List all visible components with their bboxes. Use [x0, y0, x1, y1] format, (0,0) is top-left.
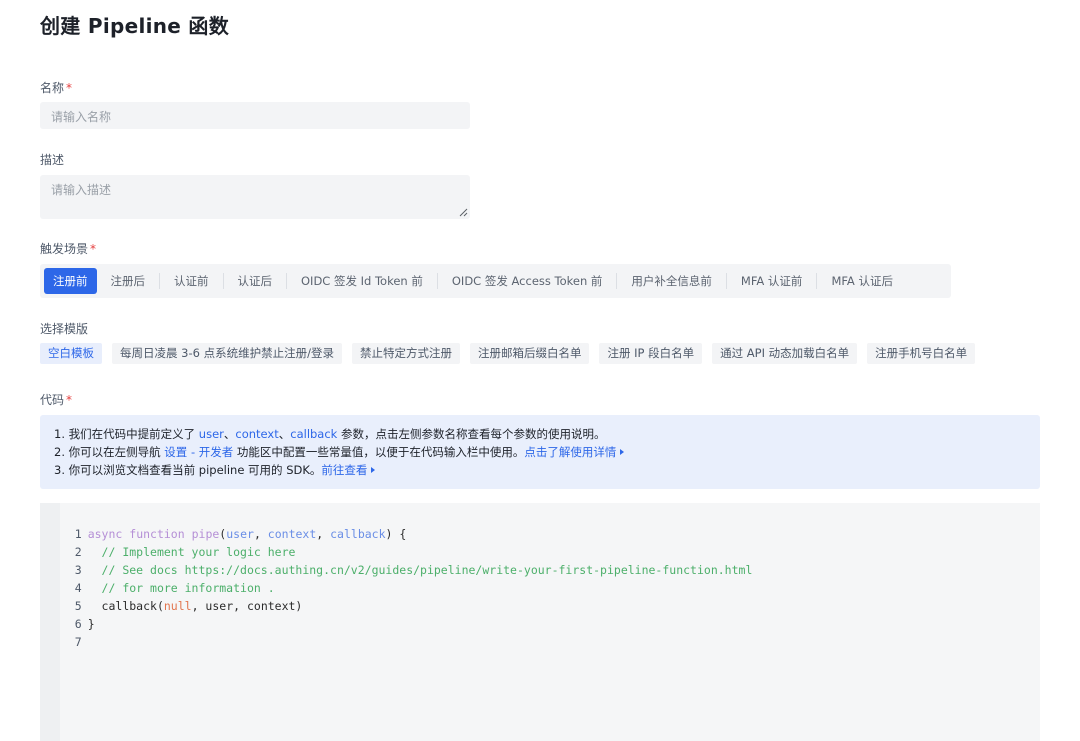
code-line: 2 // Implement your logic here [40, 525, 296, 559]
code-line: 7 [40, 615, 88, 649]
page-title: 创建 Pipeline 函数 [40, 14, 230, 38]
tab-oidc-id-token[interactable]: OIDC 签发 Id Token 前 [287, 268, 437, 294]
name-label-text: 名称 [40, 81, 65, 95]
name-label: 名称 * [40, 79, 72, 96]
template-chip-maintenance[interactable]: 每周日凌晨 3-6 点系统维护禁止注册/登录 [112, 343, 342, 364]
code-token: callback [330, 527, 386, 541]
tab-before-mfa[interactable]: MFA 认证前 [727, 268, 817, 294]
code-editor[interactable]: 1 async function pipe(user, context, call… [40, 503, 1040, 741]
info-text: 1. 我们在代码中提前定义了 [54, 427, 199, 441]
desc-label: 描述 [40, 151, 64, 168]
template-chips: 空白模板 每周日凌晨 3-6 点系统维护禁止注册/登录 禁止特定方式注册 注册邮… [40, 343, 976, 364]
code-token: } [87, 617, 95, 631]
learn-more-link[interactable]: 点击了解使用详情 [524, 445, 616, 459]
code-line: 1 async function pipe(user, context, call… [40, 507, 407, 541]
tab-after-mfa[interactable]: MFA 认证后 [817, 268, 907, 294]
info-notice: 1. 我们在代码中提前定义了 user、context、callback 参数，… [40, 415, 1040, 489]
trigger-label-text: 触发场景 [40, 242, 89, 256]
name-input-placeholder: 请输入名称 [51, 110, 112, 124]
code-token: , user, context) [191, 599, 303, 613]
info-text: 参数，点击左侧参数名称查看每个参数的使用说明。 [337, 427, 606, 441]
param-context-link[interactable]: context [235, 427, 278, 441]
tab-before-complete-info[interactable]: 用户补全信息前 [617, 268, 726, 294]
code-label: 代码 * [40, 391, 72, 408]
tab-before-auth[interactable]: 认证前 [160, 268, 223, 294]
info-text: 2. 你可以在左侧导航 [54, 445, 165, 459]
code-line: 6} [40, 597, 95, 631]
line-number: 7 [74, 635, 82, 649]
tab-oidc-access-token[interactable]: OIDC 签发 Access Token 前 [438, 268, 617, 294]
param-callback-link[interactable]: callback [290, 427, 337, 441]
info-line-3: 3. 你可以浏览文档查看当前 pipeline 可用的 SDK。前往查看 [54, 461, 1026, 479]
code-line: 5 callback(null, user, context) [40, 579, 303, 613]
code-line: 3 // See docs https://docs.authing.cn/v2… [40, 543, 753, 577]
template-chip-block-method[interactable]: 禁止特定方式注册 [351, 343, 460, 364]
template-label: 选择模版 [40, 320, 88, 337]
trigger-tabs: 注册前 注册后 认证前 认证后 OIDC 签发 Id Token 前 OIDC … [40, 264, 951, 298]
caret-right-icon [371, 467, 376, 473]
view-sdk-link[interactable]: 前往查看 [321, 463, 367, 477]
tab-before-register[interactable]: 注册前 [44, 268, 97, 294]
param-user-link[interactable]: user [199, 427, 224, 441]
caret-right-icon [620, 449, 625, 455]
template-chip-api-whitelist[interactable]: 通过 API 动态加载白名单 [712, 343, 858, 364]
tab-after-auth[interactable]: 认证后 [224, 268, 287, 294]
settings-developer-link[interactable]: 设置 - 开发者 [164, 445, 233, 459]
template-chip-phone-whitelist[interactable]: 注册手机号白名单 [867, 343, 976, 364]
required-mark: * [66, 81, 73, 95]
tab-after-register[interactable]: 注册后 [97, 268, 160, 294]
trigger-label: 触发场景 * [40, 240, 96, 257]
code-token: null [163, 599, 192, 613]
info-text: 、 [223, 427, 236, 441]
resize-handle-icon[interactable] [459, 208, 468, 217]
code-label-text: 代码 [40, 393, 65, 407]
info-text: 功能区中配置一些常量值，以便于在代码输入栏中使用。 [233, 445, 525, 459]
info-line-1: 1. 我们在代码中提前定义了 user、context、callback 参数，… [54, 425, 1026, 443]
required-mark: * [66, 393, 73, 407]
info-text: 、 [278, 427, 291, 441]
name-input[interactable]: 请输入名称 [40, 102, 470, 129]
info-line-2: 2. 你可以在左侧导航 设置 - 开发者 功能区中配置一些常量值，以便于在代码输… [54, 443, 1026, 461]
template-chip-blank[interactable]: 空白模板 [40, 343, 102, 364]
code-token: , [316, 527, 331, 541]
desc-textarea-placeholder: 请输入描述 [51, 183, 112, 197]
code-line: 4 // for more information . [40, 561, 275, 595]
template-chip-email-whitelist[interactable]: 注册邮箱后缀白名单 [469, 343, 590, 364]
desc-textarea[interactable]: 请输入描述 [40, 175, 470, 219]
code-token: callback( [87, 599, 164, 613]
desc-label-text: 描述 [40, 153, 65, 167]
code-token: ) { [385, 527, 407, 541]
info-text: 3. 你可以浏览文档查看当前 pipeline 可用的 SDK。 [54, 463, 322, 477]
required-mark: * [90, 242, 97, 256]
template-chip-ip-whitelist[interactable]: 注册 IP 段白名单 [599, 343, 703, 364]
template-label-text: 选择模版 [40, 322, 89, 336]
